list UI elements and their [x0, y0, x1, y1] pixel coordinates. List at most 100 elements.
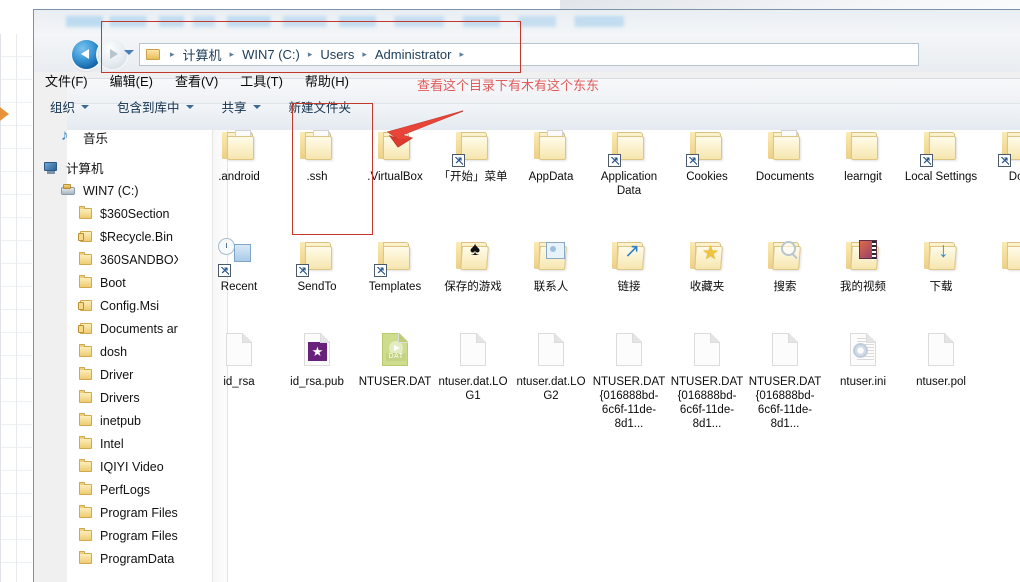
file-item[interactable]: .ssh: [278, 126, 356, 198]
tree-item[interactable]: Program Files: [77, 524, 178, 547]
chevron-down-icon[interactable]: [124, 50, 134, 55]
tree-item[interactable]: $Recycle.Bin: [77, 225, 173, 248]
file-item[interactable]: ↗ SendTo: [278, 236, 356, 294]
locked-folder-icon: [77, 321, 94, 336]
back-button[interactable]: [72, 40, 101, 69]
orange-triangle-marker-icon: [0, 104, 9, 124]
tree-item[interactable]: 音乐: [60, 126, 108, 149]
tree-item[interactable]: PerfLogs: [77, 478, 150, 501]
file-item-label: AppData: [528, 171, 574, 183]
file-item-label: Recent: [220, 281, 258, 293]
blank-document-shape: [226, 333, 252, 366]
file-item[interactable]: ↗ Local Settings: [902, 126, 980, 198]
menu-edit[interactable]: 编辑(E): [110, 71, 153, 90]
file-item[interactable]: ↗ 链接: [590, 236, 668, 294]
tree-item[interactable]: inetpub: [77, 409, 141, 432]
folder-shortcut-icon: ↗: [918, 126, 964, 168]
file-item[interactable]: ↓ 下载: [902, 236, 980, 294]
file-item[interactable]: Documents: [746, 126, 824, 198]
file-item[interactable]: .android: [200, 126, 278, 198]
menu-view[interactable]: 查看(V): [175, 71, 218, 90]
ini-file-icon: [840, 331, 886, 373]
file-item-label: ntuser.dat.LOG1: [438, 376, 508, 402]
file-item[interactable]: NTUSER.DAT{016888bd-6c6f-11de-8d1...: [668, 331, 746, 431]
new-folder-button[interactable]: 新建文件夹: [289, 97, 352, 116]
forward-button[interactable]: [98, 40, 127, 69]
shortcut-overlay-icon: ↗: [296, 264, 309, 277]
folder-icon: [77, 436, 94, 451]
file-item-label: 搜索: [773, 281, 797, 293]
file-item[interactable]: learngit: [824, 126, 902, 198]
file-item[interactable]: 搜索: [746, 236, 824, 294]
blank-file-icon: [918, 331, 964, 373]
file-item[interactable]: id_rsa: [200, 331, 278, 431]
tree-item[interactable]: Boot: [77, 271, 126, 294]
menu-help[interactable]: 帮助(H): [305, 71, 349, 90]
file-item[interactable]: ntuser.dat.LOG1: [434, 331, 512, 431]
file-item[interactable]: AppData: [512, 126, 590, 198]
file-item-label: Application Data: [600, 171, 658, 197]
tree-item-label: Documents ar: [100, 321, 178, 336]
shortcut-overlay-icon: ↗: [218, 264, 231, 277]
organize-button[interactable]: 组织: [50, 97, 90, 116]
tree-item[interactable]: dosh: [77, 340, 127, 363]
tree-item-label: $Recycle.Bin: [100, 229, 173, 244]
tree-item[interactable]: Drivers: [77, 386, 140, 409]
file-item[interactable]: ↗ Recent: [200, 236, 278, 294]
tree-item[interactable]: Program Files: [77, 501, 178, 524]
file-item[interactable]: 联系人: [512, 236, 590, 294]
share-with-button[interactable]: 共享: [222, 97, 261, 116]
file-item[interactable]: ↗ Application Data: [590, 126, 668, 198]
menu-tools[interactable]: 工具(T): [240, 71, 283, 90]
breadcrumb-item-users[interactable]: Users: [317, 47, 357, 62]
folder-icon: [996, 236, 1020, 278]
tree-item[interactable]: 计算机: [43, 156, 104, 179]
vs-file-icon: ★: [294, 331, 340, 373]
file-item[interactable]: [980, 236, 1020, 294]
tree-item[interactable]: 360SANDBOX: [77, 248, 178, 271]
breadcrumb-item-computer[interactable]: 计算机: [180, 45, 225, 64]
file-item[interactable]: ↗ Doc: [980, 126, 1020, 198]
folder-icon: [77, 482, 94, 497]
file-item[interactable]: ↗ Cookies: [668, 126, 746, 198]
tree-item[interactable]: Intel: [77, 432, 124, 455]
folder-icon: [77, 275, 94, 290]
navigation-tree: 音乐计算机 WIN7 (C:) $360Section $Recycle.Bin 360…: [33, 126, 178, 582]
tree-item-label: PerfLogs: [100, 482, 151, 497]
include-in-library-button[interactable]: 包含到库中: [117, 97, 194, 116]
file-item-label: id_rsa: [223, 376, 255, 388]
breadcrumb-item-win7c[interactable]: WIN7 (C:): [239, 47, 303, 62]
shortcut-overlay-icon: ↗: [998, 154, 1011, 167]
clock-shape: [218, 238, 235, 255]
file-item[interactable]: NTUSER.DAT{016888bd-6c6f-11de-8d1...: [590, 331, 668, 431]
file-item[interactable]: ♠ 保存的游戏: [434, 236, 512, 294]
file-item[interactable]: ★ id_rsa.pub: [278, 331, 356, 431]
chevron-down-icon: [252, 104, 261, 109]
tree-item[interactable]: Config.Msi: [77, 294, 159, 317]
folder-icon: [77, 206, 94, 221]
tree-item[interactable]: ProgramData: [77, 547, 174, 570]
tree-item[interactable]: WIN7 (C:): [60, 179, 139, 202]
tree-item[interactable]: IQIYI Video: [77, 455, 164, 478]
file-item[interactable]: 我的视频: [824, 236, 902, 294]
menu-file[interactable]: 文件(F): [45, 71, 88, 90]
file-item[interactable]: DAT NTUSER.DAT: [356, 331, 434, 431]
file-item[interactable]: ↗ Templates: [356, 236, 434, 294]
tree-item[interactable]: $360Section: [77, 202, 170, 225]
tree-item-label: 360SANDBOX: [100, 252, 178, 267]
file-item[interactable]: ntuser.pol: [902, 331, 980, 431]
music-icon: [60, 127, 77, 145]
file-item-label: Doc: [1008, 171, 1020, 183]
breadcrumb-item-administrator[interactable]: Administrator: [372, 47, 455, 62]
tree-item[interactable]: Documents ar: [77, 317, 178, 340]
breadcrumb-separator-trailing[interactable]: ▸: [459, 49, 464, 60]
blank-file-icon: [606, 331, 652, 373]
tree-item[interactable]: Driver: [77, 363, 133, 386]
locked-folder-icon: [77, 298, 94, 313]
file-item[interactable]: ntuser.ini: [824, 331, 902, 431]
menu-items: 文件(F) 编辑(E) 查看(V) 工具(T) 帮助(H): [45, 71, 371, 90]
blank-document-shape: [460, 333, 486, 366]
file-item[interactable]: ntuser.dat.LOG2: [512, 331, 590, 431]
file-item[interactable]: ★ 收藏夹: [668, 236, 746, 294]
file-item[interactable]: NTUSER.DAT{016888bd-6c6f-11de-8d1...: [746, 331, 824, 431]
